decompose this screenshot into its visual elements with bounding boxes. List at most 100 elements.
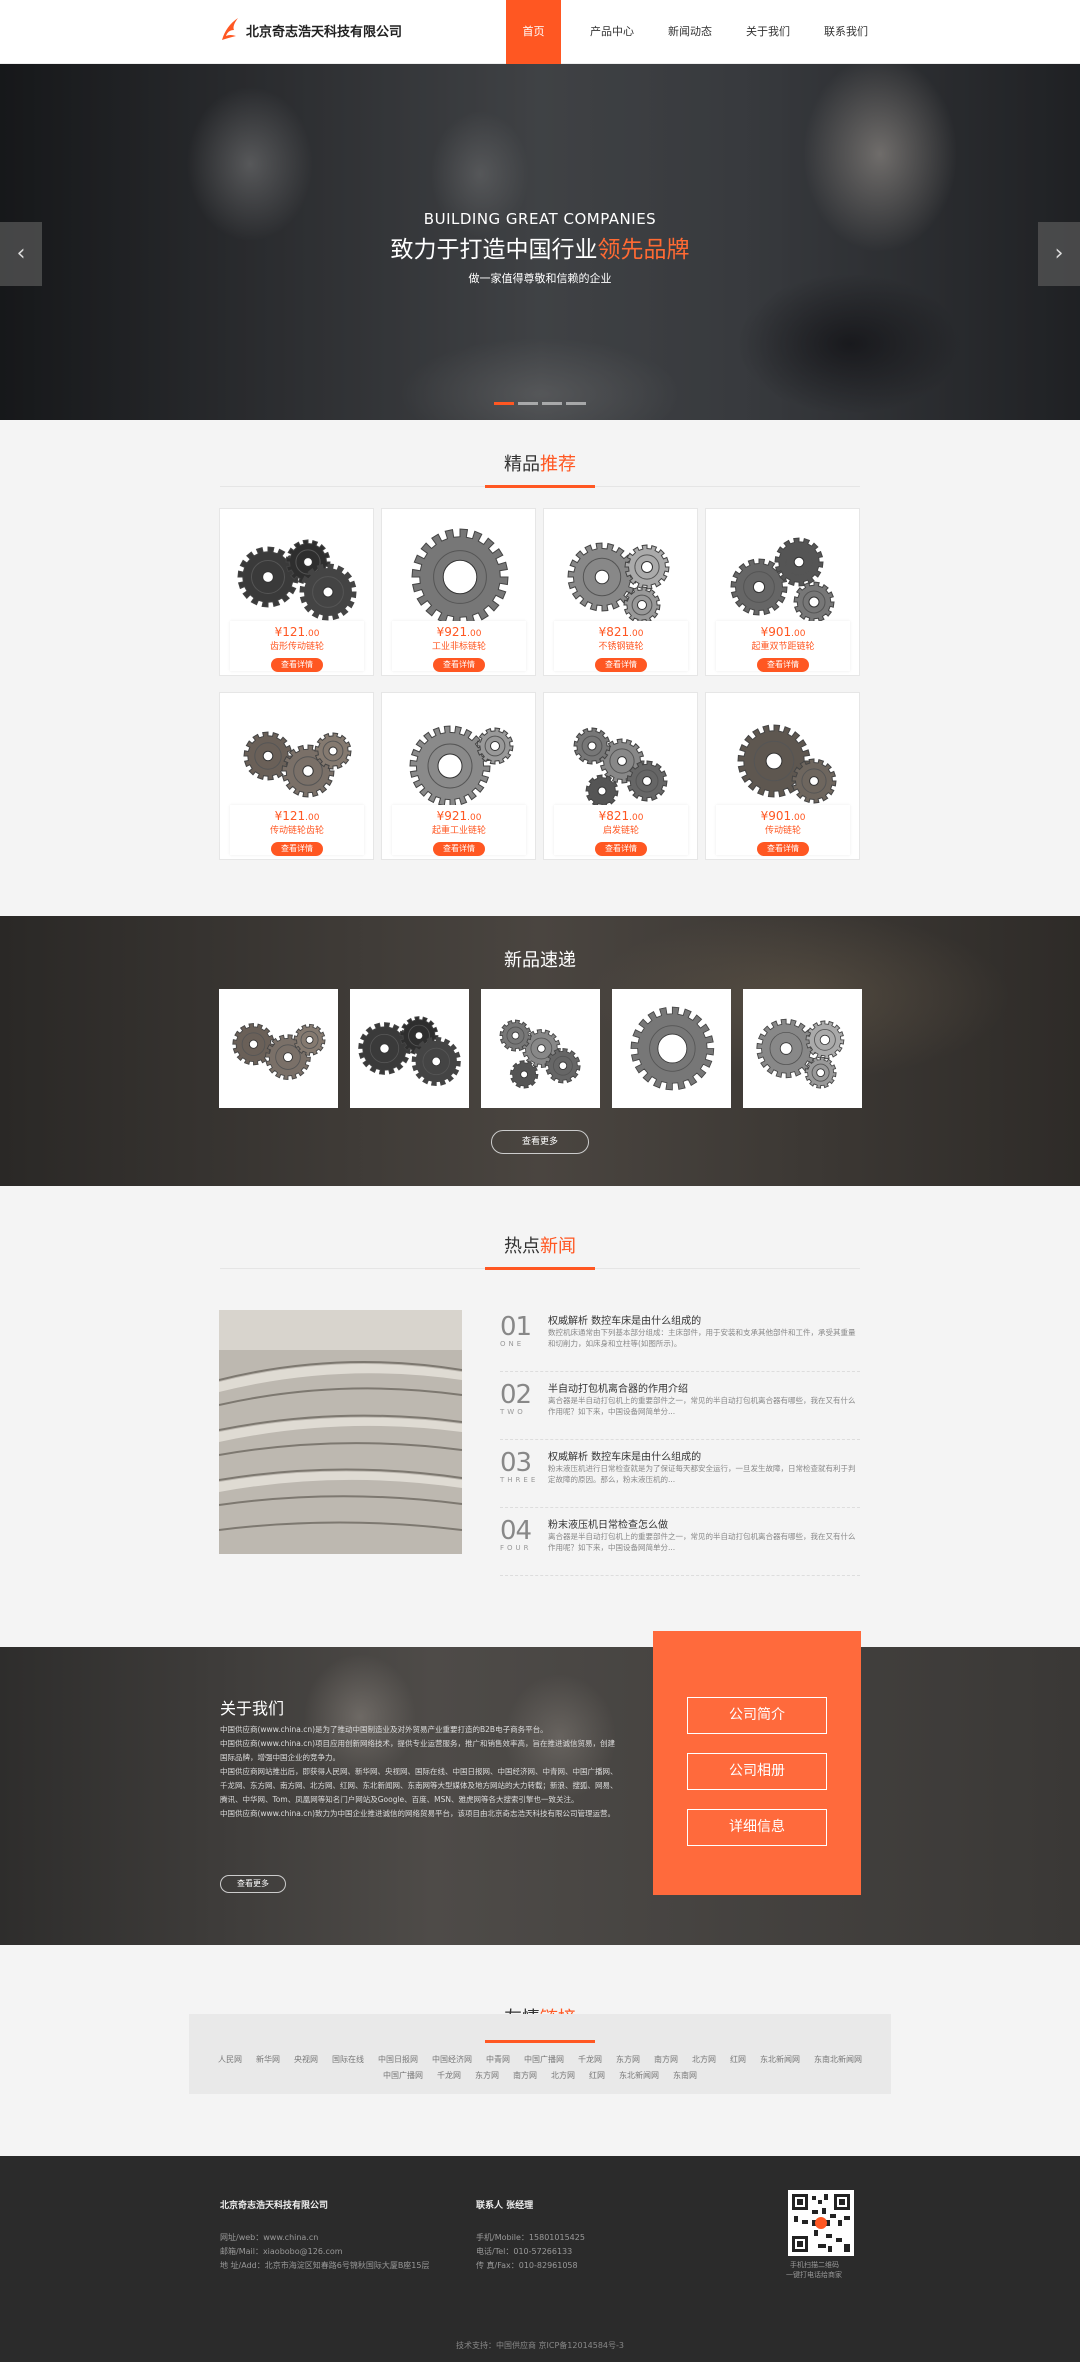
product-card[interactable]: ¥821.00 启发链轮 查看详情 [543,692,698,860]
hero-prev-arrow-icon[interactable]: ‹ [0,222,42,286]
friend-link[interactable]: 中国广播网 [383,2070,423,2081]
product-info: ¥921.00 起重工业链轮 查看详情 [392,805,526,856]
product-name: 起重双节距链轮 [751,642,815,652]
news-item[interactable]: 04 FOUR 粉末液压机日常检查怎么做 离合器是半自动打包机上的重要部件之一，… [500,1516,860,1576]
price-value: ¥121 [274,809,306,823]
news-title-a: 热点 [504,1236,540,1257]
logo[interactable]: 北京奇志浩天科技有限公司 [220,16,402,44]
product-name: 起重工业链轮 [431,826,486,836]
new-product-card[interactable] [743,989,862,1108]
product-card[interactable]: ¥121.00 齿形传动链轮 查看详情 [219,508,374,676]
friend-link[interactable]: 中国经济网 [432,2054,472,2065]
view-details-button[interactable]: 查看详情 [271,658,323,672]
view-details-button[interactable]: 查看详情 [757,658,809,672]
news-number-label: TWO [500,1408,526,1416]
company-album-link[interactable]: 公司相册 [687,1753,827,1790]
nav-contact[interactable]: 联系我们 [807,0,885,64]
new-products-more-button[interactable]: 查看更多 [491,1130,589,1154]
friend-link[interactable]: 南方网 [513,2070,537,2081]
friend-link[interactable]: 东南北新闻网 [814,2054,862,2065]
product-info: ¥821.00 启发链轮 查看详情 [554,805,688,856]
gear-product-image [756,1018,845,1089]
nav-products[interactable]: 产品中心 [573,0,651,64]
footer-tel: 电话/Tel：010-57266133 [476,2247,573,2256]
hero-cn-heading: 致力于打造中国行业领先品牌 [0,230,1080,264]
nav-news[interactable]: 新闻动态 [651,0,729,64]
view-details-button[interactable]: 查看详情 [595,658,647,672]
friend-link[interactable]: 国际在线 [332,2054,364,2065]
friend-link[interactable]: 中青网 [486,2054,510,2065]
new-product-card[interactable] [219,989,338,1108]
hero-dot[interactable] [494,402,514,405]
product-card[interactable]: ¥121.00 传动链轮齿轮 查看详情 [219,692,374,860]
product-price: ¥821.00 [554,625,688,639]
view-details-button[interactable]: 查看详情 [757,842,809,856]
footer-mail[interactable]: 邮箱/Mail：xiaobobo@126.com [220,2246,343,2257]
friend-link[interactable]: 中国广播网 [524,2054,564,2065]
friend-link[interactable]: 东北新闻网 [760,2054,800,2065]
company-name: 北京奇志浩天科技有限公司 [246,24,403,40]
friend-link[interactable]: 南方网 [654,2054,678,2065]
footer-web[interactable]: 网址/web：www.china.cn [220,2232,318,2243]
news-title[interactable]: 权威解析 数控车床是由什么组成的 [548,1448,701,1463]
news-item[interactable]: 03 THREE 权威解析 数控车床是由什么组成的 粉末液压机进行日常检查就是为… [500,1448,860,1508]
view-details-button[interactable]: 查看详情 [595,842,647,856]
friend-link[interactable]: 中国日报网 [378,2054,418,2065]
friend-link[interactable]: 红网 [730,2054,746,2065]
friend-link[interactable]: 人民网 [218,2054,242,2065]
view-details-button[interactable]: 查看详情 [433,658,485,672]
product-card[interactable]: ¥821.00 不锈钢链轮 查看详情 [543,508,698,676]
friend-link[interactable]: 千龙网 [437,2070,461,2081]
friend-link[interactable]: 东方网 [616,2054,640,2065]
view-details-button[interactable]: 查看详情 [433,842,485,856]
about-title: 关于我们 [220,1699,285,1718]
new-product-card[interactable] [612,989,731,1108]
news-description: 数控机床通常由下列基本部分组成：主床部件，用于安装和支承其他部件和工件，承受其重… [548,1328,856,1348]
nav-about[interactable]: 关于我们 [729,0,807,64]
friend-link[interactable]: 千龙网 [578,2054,602,2065]
news-number: 01 [500,1312,532,1342]
price-value: ¥121 [274,625,306,639]
view-details-button[interactable]: 查看详情 [271,842,323,856]
product-card[interactable]: ¥921.00 工业非标链轮 查看详情 [381,508,536,676]
hero-dot[interactable] [566,402,586,405]
news-title[interactable]: 半自动打包机离合器的作用介绍 [548,1380,688,1395]
product-card[interactable]: ¥921.00 起重工业链轮 查看详情 [381,692,536,860]
news-title[interactable]: 粉末液压机日常检查怎么做 [548,1516,668,1531]
news-title[interactable]: 权威解析 数控车床是由什么组成的 [548,1312,701,1327]
friend-link[interactable]: 东南网 [673,2070,697,2081]
company-intro-link[interactable]: 公司简介 [687,1697,827,1734]
news-number-label: ONE [500,1340,525,1348]
product-name: 齿形传动链轮 [269,642,324,652]
new-product-card[interactable] [350,989,469,1108]
new-product-card[interactable] [481,989,600,1108]
friend-link[interactable]: 央视网 [294,2054,318,2065]
gear-product-image [409,725,514,807]
news-title-b: 新闻 [540,1236,576,1257]
price-value: ¥921 [436,625,468,639]
details-link[interactable]: 详细信息 [687,1809,827,1846]
hero-dot[interactable] [518,402,538,405]
product-card[interactable]: ¥901.00 起重双节距链轮 查看详情 [705,508,860,676]
nav-home[interactable]: 首页 [506,0,561,64]
friend-link[interactable]: 东方网 [475,2070,499,2081]
hero-cn-prefix: 致力于打造中国行业 [390,237,598,263]
friend-links-row: 人民网 新华网 央视网 国际在线 中国日报网 中国经济网 中青网 中国广播网 千龙网 东方网 南方网… [189,2054,891,2065]
product-price: ¥121.00 [230,809,364,823]
hero-dot[interactable] [542,402,562,405]
news-image[interactable] [219,1310,462,1554]
gear-product-image [237,539,357,621]
friend-link[interactable]: 北方网 [551,2070,575,2081]
about-more-button[interactable]: 查看更多 [220,1875,286,1893]
friend-link[interactable]: 东北新闻网 [619,2070,659,2081]
friend-link[interactable]: 新华网 [256,2054,280,2065]
footer-contact: 联系人 张经理 [476,2201,534,2211]
news-item[interactable]: 02 TWO 半自动打包机离合器的作用介绍 离合器是半自动打包机上的重要部件之一… [500,1380,860,1440]
price-value: ¥921 [436,809,468,823]
product-card[interactable]: ¥901.00 传动链轮 查看详情 [705,692,860,860]
friend-link[interactable]: 红网 [589,2070,605,2081]
hero-next-arrow-icon[interactable]: › [1038,222,1080,286]
friend-link[interactable]: 北方网 [692,2054,716,2065]
price-cents: .00 [629,813,644,823]
news-item[interactable]: 01 ONE 权威解析 数控车床是由什么组成的 数控机床通常由下列基本部分组成：… [500,1312,860,1372]
